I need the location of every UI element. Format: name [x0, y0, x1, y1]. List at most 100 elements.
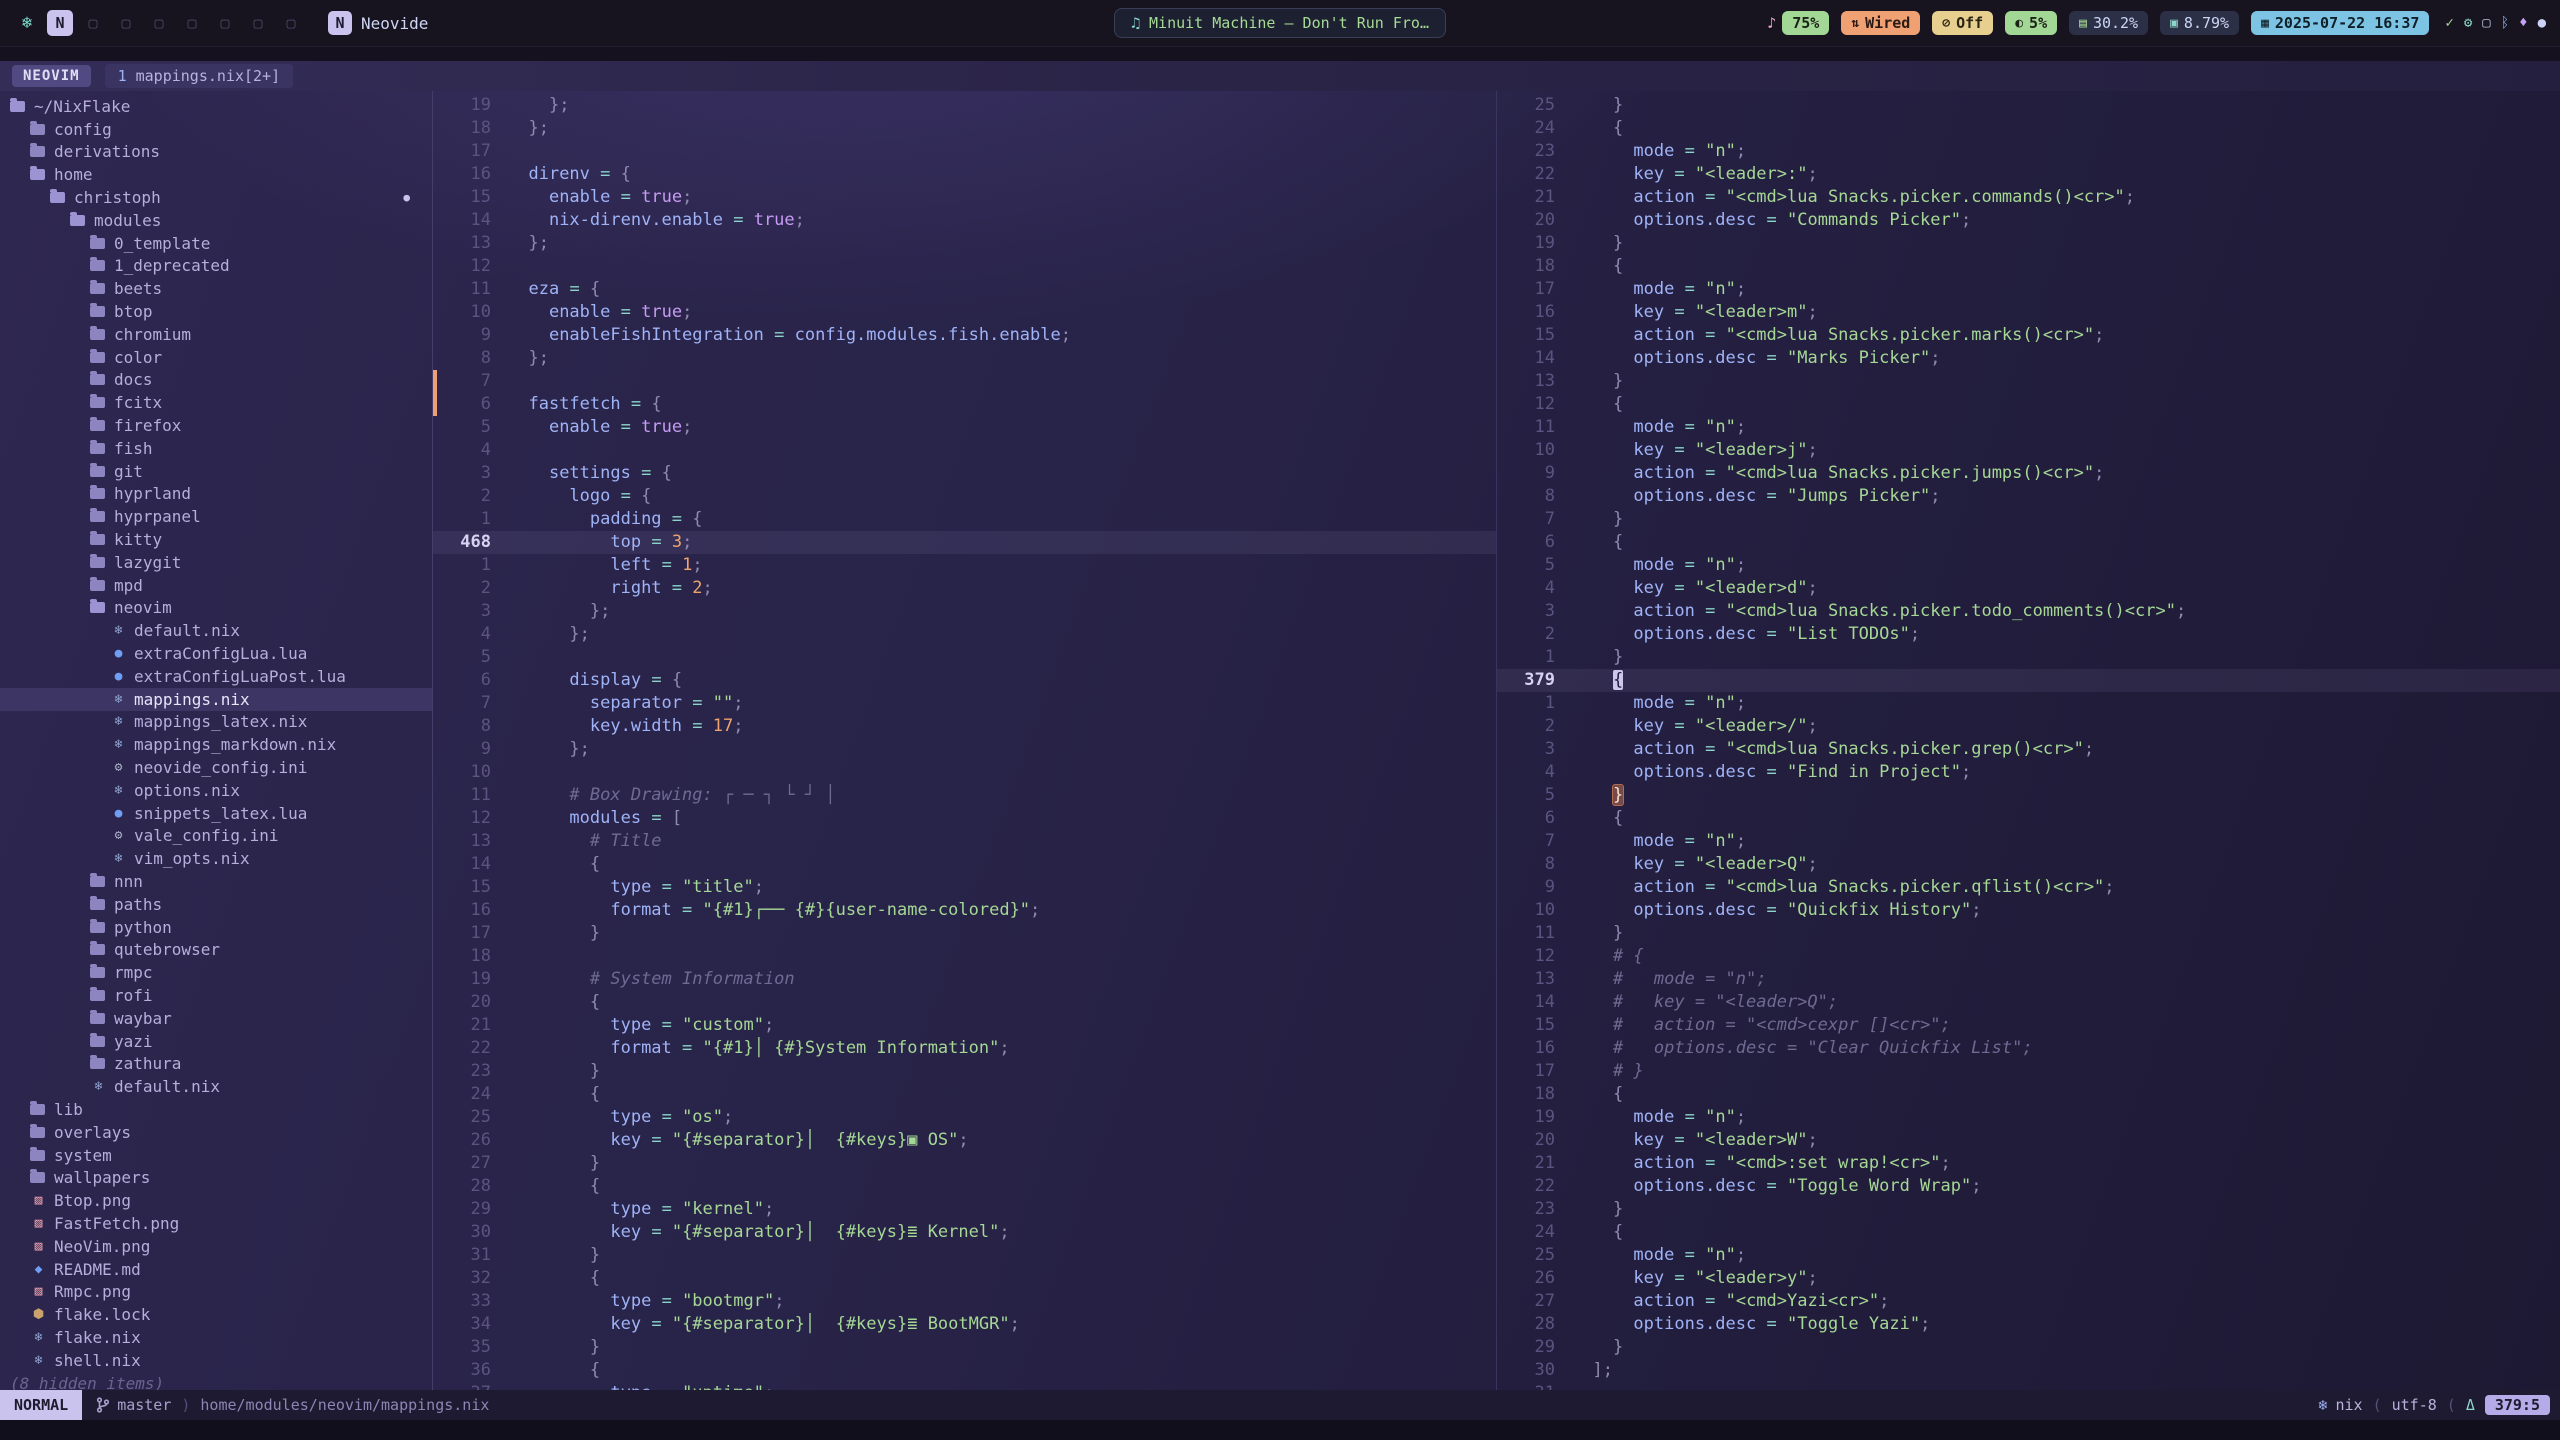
code-line[interactable]: 21 action = "<cmd>lua Snacks.picker.comm… [1497, 186, 2560, 209]
code-line[interactable]: 4 [433, 439, 1496, 462]
tree-item-rofi[interactable]: rofi [0, 984, 432, 1007]
code-line[interactable]: 13 } [1497, 370, 2560, 393]
code-line[interactable]: 23 } [1497, 1198, 2560, 1221]
code-line[interactable]: 17 mode = "n"; [1497, 278, 2560, 301]
tree-item-README.md[interactable]: ◆README.md [0, 1258, 432, 1281]
code-line[interactable]: 3 }; [433, 600, 1496, 623]
code-line[interactable]: 2 key = "<leader>/"; [1497, 715, 2560, 738]
tree-item-0_template[interactable]: 0_template [0, 232, 432, 255]
tree-item-options.nix[interactable]: ❄options.nix [0, 779, 432, 802]
workspace-icon[interactable]: ▢ [80, 10, 106, 36]
tree-item-color[interactable]: color [0, 346, 432, 369]
code-line[interactable]: 18 }; [433, 117, 1496, 140]
tree-item-chromium[interactable]: chromium [0, 323, 432, 346]
code-line[interactable]: 25 mode = "n"; [1497, 1244, 2560, 1267]
git-branch[interactable]: master [96, 1396, 171, 1414]
code-line[interactable]: 3 action = "<cmd>lua Snacks.picker.grep(… [1497, 738, 2560, 761]
code-line[interactable]: 29 } [1497, 1336, 2560, 1359]
code-line[interactable]: 7 [433, 370, 1496, 393]
tree-item-wallpapers[interactable]: wallpapers [0, 1166, 432, 1189]
code-line[interactable]: 5 } [1497, 784, 2560, 807]
bluetooth-icon[interactable]: ᛒ [2501, 15, 2509, 31]
code-line[interactable]: 22 format = "{#1}│ {#}System Information… [433, 1037, 1496, 1060]
tree-item-default.nix[interactable]: ❄default.nix [0, 1075, 432, 1098]
code-line[interactable]: 5 [433, 646, 1496, 669]
code-line[interactable]: 14 { [433, 853, 1496, 876]
code-line[interactable]: 1 left = 1; [433, 554, 1496, 577]
tree-item-extraConfigLuaPost.lua[interactable]: ●extraConfigLuaPost.lua [0, 665, 432, 688]
volume-widget[interactable]: ♪75% [1767, 11, 1829, 35]
code-line[interactable]: 22 key = "<leader>:"; [1497, 163, 2560, 186]
code-line[interactable]: 11 mode = "n"; [1497, 416, 2560, 439]
tree-item-default.nix[interactable]: ❄default.nix [0, 619, 432, 642]
code-line[interactable]: 24 { [1497, 1221, 2560, 1244]
code-line[interactable]: 4 options.desc = "Find in Project"; [1497, 761, 2560, 784]
code-line[interactable]: 29 type = "kernel"; [433, 1198, 1496, 1221]
code-line[interactable]: 14 options.desc = "Marks Picker"; [1497, 347, 2560, 370]
code-line[interactable]: 20 options.desc = "Commands Picker"; [1497, 209, 2560, 232]
code-line[interactable]: 3 settings = { [433, 462, 1496, 485]
code-line[interactable]: 12 { [1497, 393, 2560, 416]
code-line[interactable]: 13 }; [433, 232, 1496, 255]
code-line[interactable]: 1 padding = { [433, 508, 1496, 531]
code-line[interactable]: 14 nix-direnv.enable = true; [433, 209, 1496, 232]
code-line[interactable]: 9 action = "<cmd>lua Snacks.picker.qflis… [1497, 876, 2560, 899]
code-line[interactable]: 16 direnv = { [433, 163, 1496, 186]
tree-item-btop[interactable]: btop [0, 300, 432, 323]
code-line[interactable]: 6 { [1497, 531, 2560, 554]
code-line[interactable]: 18 [433, 945, 1496, 968]
code-line[interactable]: 17 [433, 140, 1496, 163]
code-line[interactable]: 14 # key = "<leader>Q"; [1497, 991, 2560, 1014]
workspace-icon[interactable]: ▢ [113, 10, 139, 36]
tree-item-home[interactable]: home [0, 163, 432, 186]
tree-item-vale_config.ini[interactable]: ⚙vale_config.ini [0, 825, 432, 848]
code-line[interactable]: 30 key = "{#separator}│ {#keys}≣ Kernel"… [433, 1221, 1496, 1244]
code-line[interactable]: 23 } [433, 1060, 1496, 1083]
tree-item-hyprland[interactable]: hyprland [0, 483, 432, 506]
code-line[interactable]: 13 # Title [433, 830, 1496, 853]
tree-item-mappings_latex.nix[interactable]: ❄mappings_latex.nix [0, 711, 432, 734]
code-line[interactable]: 30 ]; [1497, 1359, 2560, 1382]
code-line[interactable]: 26 key = "<leader>y"; [1497, 1267, 2560, 1290]
memory-widget[interactable]: ▤30.2% [2069, 11, 2148, 35]
tree-item-lazygit[interactable]: lazygit [0, 551, 432, 574]
code-line[interactable]: 12 modules = [ [433, 807, 1496, 830]
code-line[interactable]: 21 type = "custom"; [433, 1014, 1496, 1037]
code-line[interactable]: 28 options.desc = "Toggle Yazi"; [1497, 1313, 2560, 1336]
tree-item-overlays[interactable]: overlays [0, 1121, 432, 1144]
editor-left-split[interactable]: 19 };18 };1716 direnv = {15 enable = tru… [433, 91, 1496, 1390]
code-line[interactable]: 379 { [1497, 669, 2560, 692]
tree-item-FastFetch.png[interactable]: ▨FastFetch.png [0, 1212, 432, 1235]
code-line[interactable]: 11 # Box Drawing: ┌ ─ ┐ └ ┘ │ [433, 784, 1496, 807]
code-line[interactable]: 1 } [1497, 646, 2560, 669]
workspace-icon[interactable]: ▢ [146, 10, 172, 36]
network-widget[interactable]: ⇅Wired [1841, 11, 1920, 35]
tree-item-~-NixFlake[interactable]: ~/NixFlake [0, 95, 432, 118]
code-line[interactable]: 19 mode = "n"; [1497, 1106, 2560, 1129]
tree-item-rmpc[interactable]: rmpc [0, 961, 432, 984]
code-line[interactable]: 34 key = "{#separator}│ {#keys}≣ BootMGR… [433, 1313, 1496, 1336]
code-line[interactable]: 8 }; [433, 347, 1496, 370]
tree-item-docs[interactable]: docs [0, 369, 432, 392]
clock-widget[interactable]: ▦2025-07-22 16:37 [2251, 11, 2429, 35]
checkmark-icon[interactable]: ✓ [2445, 15, 2453, 31]
code-line[interactable]: 26 key = "{#separator}│ {#keys}▣ OS"; [433, 1129, 1496, 1152]
tree-item-shell.nix[interactable]: ❄shell.nix [0, 1349, 432, 1372]
tree-item-fcitx[interactable]: fcitx [0, 391, 432, 414]
tree-item-neovim[interactable]: neovim [0, 597, 432, 620]
code-line[interactable]: 20 key = "<leader>W"; [1497, 1129, 2560, 1152]
gear-icon[interactable]: ⚙ [2464, 15, 2472, 31]
workspace-icon[interactable]: ▢ [278, 10, 304, 36]
editor-right-split[interactable]: 25 }24 {23 mode = "n";22 key = "<leader>… [1496, 91, 2560, 1390]
tree-item-system[interactable]: system [0, 1144, 432, 1167]
code-line[interactable]: 5 enable = true; [433, 416, 1496, 439]
code-line[interactable]: 468 top = 3; [433, 531, 1496, 554]
code-line[interactable]: 27 } [433, 1152, 1496, 1175]
workspace-icon[interactable]: ▢ [179, 10, 205, 36]
display-icon[interactable]: ▢ [2482, 15, 2490, 31]
code-line[interactable]: 12 [433, 255, 1496, 278]
code-line[interactable]: 22 options.desc = "Toggle Word Wrap"; [1497, 1175, 2560, 1198]
code-line[interactable]: 32 { [433, 1267, 1496, 1290]
code-line[interactable]: 12 # { [1497, 945, 2560, 968]
code-line[interactable]: 16 # options.desc = "Clear Quickfix List… [1497, 1037, 2560, 1060]
